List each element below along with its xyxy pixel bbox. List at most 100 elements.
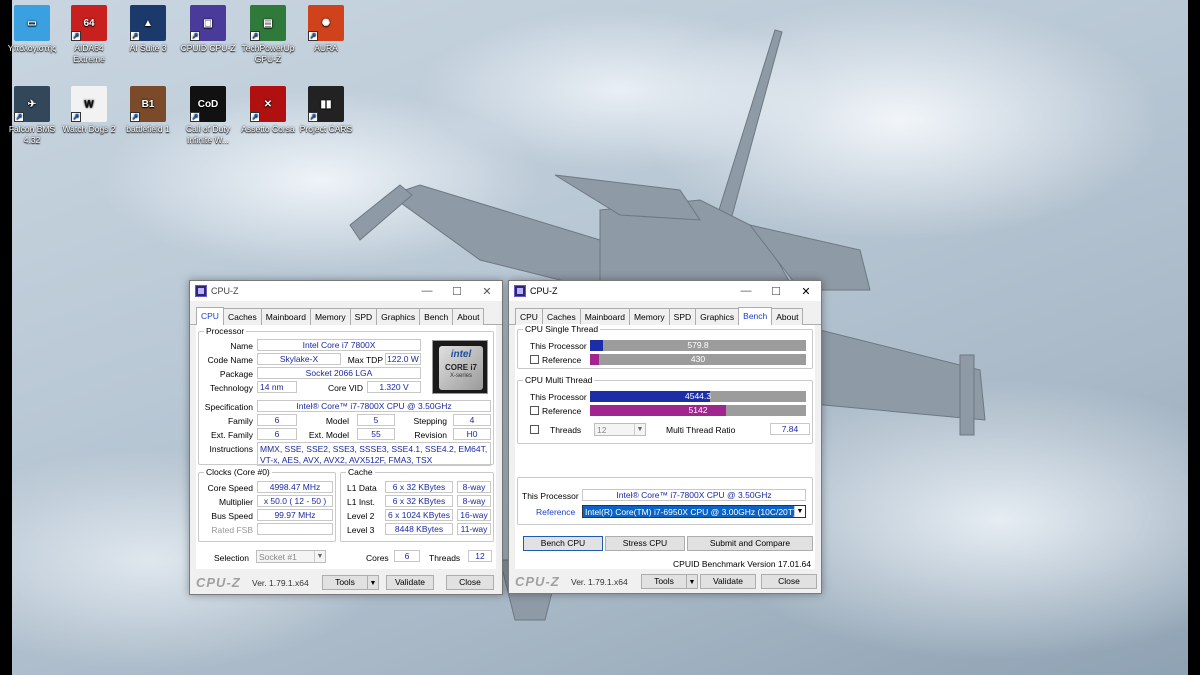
tab-graphics[interactable]: Graphics — [695, 308, 740, 325]
tab-caches[interactable]: Caches — [222, 308, 262, 325]
threads-select[interactable]: 12 ▼ — [594, 423, 646, 436]
stepping-field: 4 — [453, 414, 491, 426]
codename-field: Skylake-X — [257, 353, 341, 365]
tools-button[interactable]: Tools — [641, 574, 687, 589]
icon-glyph: 64 — [83, 17, 95, 29]
revision-label: Revision — [414, 430, 447, 440]
tab-spd[interactable]: SPD — [349, 308, 378, 325]
desktop-icon[interactable]: ▲ ↗ AI Suite 3 — [118, 5, 178, 54]
desktop-icon[interactable]: ▭ Υπολογιστής — [2, 5, 62, 54]
desktop-icon[interactable]: ▤ ↗ TechPowerUp GPU-Z — [238, 5, 298, 65]
this-processor-label: This Processor — [530, 341, 587, 351]
tab-mainboard[interactable]: Mainboard — [260, 308, 311, 325]
single-thread-group: CPU Single Thread This Processor 579.8 R… — [517, 324, 813, 369]
group-title: Cache — [346, 467, 375, 477]
aida64-icon: 64 ↗ — [71, 5, 107, 41]
validate-button[interactable]: Validate — [700, 574, 756, 589]
bar-value: 430 — [690, 354, 706, 364]
cpuz-logo: CPU-Z — [515, 574, 560, 589]
stress-cpu-button[interactable]: Stress CPU — [605, 536, 685, 551]
socket-select[interactable]: Socket #1 ▼ — [256, 550, 326, 563]
shortcut-arrow-icon: ↗ — [130, 112, 140, 122]
level3-ways: 11-way — [457, 523, 491, 535]
shortcut-arrow-icon: ↗ — [308, 31, 318, 41]
close-button[interactable]: Close — [761, 574, 817, 589]
level2-field: 6 x 1024 KBytes — [385, 509, 453, 521]
battlefield-icon: B1 ↗ — [130, 86, 166, 122]
multi-thread-ratio-field: 7.84 — [770, 423, 810, 435]
desktop-icon[interactable]: ▣ ↗ CPUID CPU-Z — [178, 5, 238, 54]
cores-label: Cores — [366, 553, 389, 563]
close-window-button[interactable]: ✕ — [791, 285, 821, 298]
falcon-bms-icon: ✈ ↗ — [14, 86, 50, 122]
multi-reference-checkbox[interactable] — [530, 406, 539, 415]
core-speed-field: 4998.47 MHz — [257, 481, 333, 493]
tab-memory[interactable]: Memory — [309, 308, 351, 325]
technology-label: Technology — [209, 383, 253, 393]
desktop-icon[interactable]: ✕ ↗ Assetto Corsa — [238, 86, 298, 135]
rated-fsb-field — [257, 523, 333, 535]
shortcut-arrow-icon: ↗ — [308, 112, 318, 122]
version-text: Ver. 1.79.1.x64 — [252, 578, 309, 588]
tools-dropdown-button[interactable]: ▼ — [686, 574, 698, 589]
technology-field: 14 nm — [257, 381, 297, 393]
shortcut-arrow-icon: ↗ — [130, 31, 140, 41]
desktop-icon-label: Project CARS — [299, 124, 353, 134]
tab-about[interactable]: About — [452, 308, 485, 325]
cpuz-window-cpu: CPU-Z — ☐ ✕ CPU Caches Mainboard Memory … — [189, 280, 503, 595]
single-reference-checkbox[interactable] — [530, 355, 539, 364]
aura-icon: ✺ ↗ — [308, 5, 344, 41]
validate-button[interactable]: Validate — [386, 575, 434, 590]
chevron-down-icon: ▼ — [634, 424, 645, 435]
desktop-icon[interactable]: W ↗ Watch Dogs 2 — [59, 86, 119, 135]
desktop-icon[interactable]: ✈ ↗ Falcon BMS 4.32 — [2, 86, 62, 146]
close-button[interactable]: Close — [446, 575, 494, 590]
level3-field: 8448 KBytes — [385, 523, 453, 535]
group-title: CPU Multi Thread — [523, 375, 595, 385]
tools-button[interactable]: Tools — [322, 575, 368, 590]
tab-graphics[interactable]: Graphics — [376, 308, 421, 325]
group-title: CPU Single Thread — [523, 324, 601, 334]
ai-suite-icon: ▲ ↗ — [130, 5, 166, 41]
tools-dropdown-button[interactable]: ▼ — [367, 575, 379, 590]
bar-value: 579.8 — [687, 340, 709, 350]
intel-core-i7-badge-icon: intel CORE i7 X-series — [432, 340, 488, 394]
close-window-button[interactable]: ✕ — [472, 285, 502, 298]
minimize-button[interactable]: — — [412, 285, 442, 297]
tab-spd[interactable]: SPD — [668, 308, 697, 325]
chevron-down-icon: ▼ — [314, 551, 325, 562]
level3-label: Level 3 — [347, 525, 375, 535]
reference-select[interactable]: Intel(R) Core(TM) i7-6950X CPU @ 3.00GHz… — [582, 505, 806, 518]
desktop-icon[interactable]: ✺ ↗ AURA — [296, 5, 356, 54]
clocks-group: Clocks (Core #0) Core Speed 4998.47 MHz … — [198, 467, 336, 542]
shortcut-arrow-icon: ↗ — [250, 31, 260, 41]
this-processor-label: This Processor — [522, 491, 579, 501]
bench-cpu-button[interactable]: Bench CPU — [523, 536, 603, 551]
version-text: Ver. 1.79.1.x64 — [571, 577, 628, 587]
tab-cpu[interactable]: CPU — [196, 307, 224, 325]
icon-glyph: ✺ — [321, 17, 331, 29]
desktop-icon-label: AURA — [314, 43, 338, 53]
threads-checkbox[interactable] — [530, 425, 539, 434]
tab-bench[interactable]: Bench — [419, 308, 454, 325]
submit-compare-button[interactable]: Submit and Compare — [687, 536, 813, 551]
minimize-button[interactable]: — — [731, 285, 761, 297]
tab-caches[interactable]: Caches — [541, 308, 581, 325]
desktop-icon[interactable]: ▮▮ ↗ Project CARS — [296, 86, 356, 135]
chevron-down-icon: ▼ — [794, 506, 805, 517]
desktop-icon[interactable]: B1 ↗ battlefield 1 — [118, 86, 178, 135]
desktop-icon[interactable]: 64 ↗ AIDA64 Extreme — [59, 5, 119, 65]
project-cars-icon: ▮▮ ↗ — [308, 86, 344, 122]
tab-about[interactable]: About — [771, 308, 804, 325]
maximize-button[interactable]: ☐ — [442, 285, 472, 298]
specification-label: Specification — [204, 402, 253, 412]
tab-cpu[interactable]: CPU — [515, 308, 543, 325]
maximize-button[interactable]: ☐ — [761, 285, 791, 298]
l1-data-field: 6 x 32 KBytes — [385, 481, 453, 493]
badge-series-text: X-series — [449, 373, 472, 379]
desktop-icon[interactable]: CoD ↗ Call of Duty Infinite W... — [178, 86, 238, 146]
tab-mainboard[interactable]: Mainboard — [579, 308, 630, 325]
l1-inst-field: 6 x 32 KBytes — [385, 495, 453, 507]
tab-bench[interactable]: Bench — [738, 307, 773, 325]
tab-memory[interactable]: Memory — [628, 308, 670, 325]
